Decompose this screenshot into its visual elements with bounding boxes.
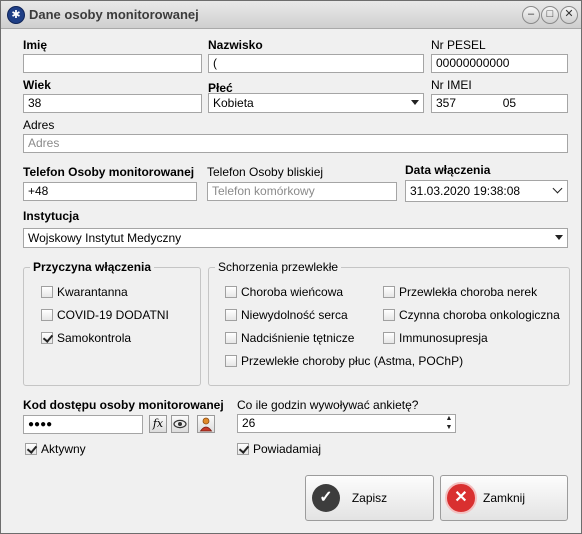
imie-label: Imię bbox=[23, 38, 48, 52]
spin-up-icon[interactable]: ▲ bbox=[443, 415, 455, 423]
dropdown-arrow-icon bbox=[411, 100, 419, 105]
wiek-field[interactable]: 38 bbox=[23, 94, 202, 113]
plec-value: Kobieta bbox=[213, 96, 254, 110]
imei-field[interactable]: 357 05 bbox=[431, 94, 568, 113]
checkbox-box bbox=[383, 286, 395, 298]
plec-select[interactable]: Kobieta bbox=[208, 93, 424, 113]
checkbox-box-checked bbox=[237, 443, 249, 455]
checkbox-nadcisnienie[interactable]: Nadciśnienie tętnicze bbox=[225, 331, 354, 346]
close-button[interactable]: ✕ Zamknij bbox=[440, 475, 568, 521]
data-wlaczenia-picker[interactable]: 31.03.2020 19:38:08 bbox=[405, 180, 568, 202]
checkbox-choroby-pluc[interactable]: Przewlekłe choroby płuc (Astma, POChP) bbox=[225, 354, 463, 369]
checkbox-box bbox=[225, 332, 237, 344]
title-bar: ✱ Dane osoby monitorowanej – □ ✕ bbox=[1, 1, 581, 29]
godziny-label: Co ile godzin wywoływać ankietę? bbox=[237, 398, 419, 412]
checkbox-aktywny[interactable]: Aktywny bbox=[25, 442, 86, 457]
spin-down-icon[interactable]: ▼ bbox=[443, 424, 455, 432]
checkbox-box bbox=[41, 309, 53, 321]
person-icon[interactable] bbox=[197, 415, 215, 433]
fx-button[interactable]: fx bbox=[149, 415, 167, 433]
telefon-bliskiej-field[interactable]: Telefon komórkowy bbox=[207, 182, 397, 201]
godziny-stepper[interactable]: 26 ▲ ▼ bbox=[237, 414, 456, 433]
checkbox-box bbox=[225, 286, 237, 298]
checkbox-box-checked bbox=[25, 443, 37, 455]
data-wlaczenia-label: Data włączenia bbox=[405, 163, 491, 177]
nazwisko-label: Nazwisko bbox=[208, 38, 263, 52]
dialog-window: ✱ Dane osoby monitorowanej – □ ✕ Imię Na… bbox=[0, 0, 582, 534]
checkbox-powiadamiaj[interactable]: Powiadamiaj bbox=[237, 442, 321, 457]
adres-field[interactable]: Adres bbox=[23, 134, 568, 153]
godziny-value: 26 bbox=[242, 416, 256, 430]
instytucja-select[interactable]: Wojskowy Instytut Medyczny bbox=[23, 228, 568, 248]
checkbox-box bbox=[41, 286, 53, 298]
data-wlaczenia-value: 31.03.2020 19:38:08 bbox=[410, 184, 521, 198]
telefon-osoby-label: Telefon Osoby monitorowanej bbox=[23, 165, 195, 179]
maximize-icon[interactable]: □ bbox=[541, 6, 559, 24]
checkbox-kwarantanna[interactable]: Kwarantanna bbox=[41, 285, 128, 300]
checkbox-box-checked bbox=[41, 332, 53, 344]
checkbox-choroba-wiencowa[interactable]: Choroba wieńcowa bbox=[225, 285, 343, 300]
kod-password-field[interactable]: ●●●● bbox=[23, 415, 143, 434]
chevron-down-icon bbox=[552, 183, 563, 194]
dropdown-arrow-icon bbox=[555, 235, 563, 240]
checkbox-box bbox=[383, 332, 395, 344]
app-logo-icon: ✱ bbox=[7, 6, 25, 24]
nazwisko-field[interactable]: ( bbox=[208, 54, 424, 73]
eye-icon[interactable] bbox=[171, 415, 189, 433]
checkbox-choroba-nerek[interactable]: Przewlekła choroba nerek bbox=[383, 285, 537, 300]
checkbox-box bbox=[383, 309, 395, 321]
imei-label: Nr IMEI bbox=[431, 78, 472, 92]
checkbox-immunosupresja[interactable]: Immunosupresja bbox=[383, 331, 488, 346]
checkbox-box bbox=[225, 355, 237, 367]
minimize-icon[interactable]: – bbox=[522, 6, 540, 24]
checkbox-samokontrola[interactable]: Samokontrola bbox=[41, 331, 131, 346]
pesel-field[interactable]: 00000000000 bbox=[431, 54, 568, 73]
save-button[interactable]: ✓ Zapisz bbox=[305, 475, 434, 521]
checkbox-choroba-onkologiczna[interactable]: Czynna choroba onkologiczna bbox=[383, 308, 560, 323]
checkbox-covid[interactable]: COVID-19 DODATNI bbox=[41, 308, 169, 323]
instytucja-label: Instytucja bbox=[23, 209, 80, 223]
adres-label: Adres bbox=[23, 118, 55, 132]
telefon-osoby-field[interactable]: +48 bbox=[23, 182, 197, 201]
kod-label: Kod dostępu osoby monitorowanej bbox=[23, 398, 224, 412]
telefon-bliskiej-label: Telefon Osoby bliskiej bbox=[207, 165, 324, 179]
schorzenia-title: Schorzenia przewlekłe bbox=[215, 260, 342, 274]
imie-field[interactable] bbox=[23, 54, 202, 73]
checkbox-niewydolnosc-serca[interactable]: Niewydolność serca bbox=[225, 308, 348, 323]
save-label: Zapisz bbox=[351, 491, 388, 505]
window-title: Dane osoby monitorowanej bbox=[29, 7, 199, 22]
pesel-label: Nr PESEL bbox=[431, 38, 486, 52]
wiek-label: Wiek bbox=[23, 78, 51, 92]
instytucja-value: Wojskowy Instytut Medyczny bbox=[28, 231, 182, 245]
close-label: Zamknij bbox=[482, 491, 525, 505]
close-icon[interactable]: ✕ bbox=[560, 6, 578, 24]
przyczyna-title: Przyczyna włączenia bbox=[30, 260, 155, 274]
checkbox-box bbox=[225, 309, 237, 321]
